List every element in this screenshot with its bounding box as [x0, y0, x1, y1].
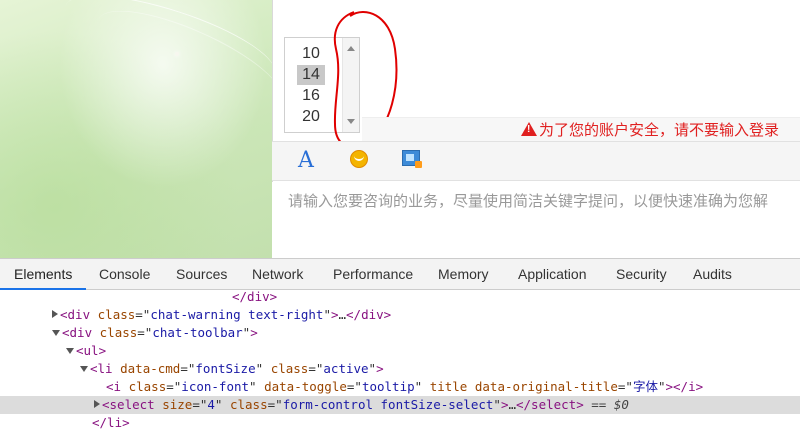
dom-attr-value: fontSize [195, 361, 256, 376]
chat-warning-text: 为了您的账户安全，请不要输入登录 [539, 122, 780, 139]
dom-attr-name: title [429, 379, 468, 394]
dom-node-line[interactable]: <li data-cmd="fontSize" class="active"> [0, 360, 800, 378]
font-icon[interactable]: A [298, 148, 314, 173]
dom-close-tag: </div> [232, 289, 278, 304]
dom-close-tag: </li> [92, 415, 130, 430]
tab-application[interactable]: Application [518, 259, 587, 290]
dom-tag-name: select [109, 397, 155, 412]
collapse-arrow-icon[interactable] [80, 366, 88, 372]
expand-arrow-icon[interactable] [94, 400, 100, 408]
devtools-panel: Elements Console Sources Network Perform… [0, 258, 800, 433]
dom-attr-name: class [99, 325, 138, 340]
chat-input-placeholder: 请输入您要咨询的业务，尽量使用简洁关键字提问，以便快速准确为您解 [288, 193, 769, 210]
dom-node-line[interactable]: <div class="chat-toolbar"> [0, 324, 800, 342]
dom-attr-value: form-control fontSize-select [282, 397, 494, 412]
dom-node-line-selected[interactable]: <select size="4" class="form-control fon… [0, 396, 800, 414]
dom-node-line[interactable]: </div> [0, 288, 800, 306]
dom-attr-name: data-toggle [264, 379, 347, 394]
tab-audits[interactable]: Audits [693, 259, 732, 290]
image-upload-icon[interactable] [402, 150, 422, 168]
dom-tag-name: li [97, 361, 113, 376]
dom-attr-value: 4 [207, 397, 215, 412]
dom-tag-name: i [113, 379, 122, 394]
background-image [0, 0, 294, 258]
devtools-tabbar: Elements Console Sources Network Perform… [0, 259, 800, 290]
dom-attr-name: size [162, 397, 193, 412]
tab-network[interactable]: Network [252, 259, 303, 290]
dom-tag-name: ul [83, 343, 99, 358]
dom-attr-name: class [97, 307, 136, 322]
dom-attr-value: chat-toolbar [152, 325, 243, 340]
tab-console[interactable]: Console [99, 259, 150, 290]
dom-ellipsis: … [508, 397, 516, 412]
dom-attr-name: data-original-title [474, 379, 618, 394]
console-ref-marker: == $0 [591, 397, 629, 412]
dom-node-line[interactable]: <div class="chat-warning text-right">…</… [0, 306, 800, 324]
dom-close-tag: </i> [673, 379, 704, 394]
warning-triangle-icon [521, 122, 537, 136]
tab-performance[interactable]: Performance [333, 259, 413, 290]
dom-attr-value: chat-warning text-right [150, 307, 324, 322]
tab-security[interactable]: Security [616, 259, 667, 290]
dom-attr-value: 字体 [632, 379, 658, 394]
expand-arrow-icon[interactable] [52, 310, 58, 318]
collapse-arrow-icon[interactable] [52, 330, 60, 336]
emoji-icon[interactable] [350, 150, 368, 168]
dom-ellipsis: … [338, 307, 347, 322]
dom-tag-name: div [69, 325, 93, 340]
page: 10 14 16 20 为了您的账户安全，请不要输入登录 A 请输入您要咨询的业… [0, 0, 800, 433]
dom-tree: </div> <div class="chat-warning text-rig… [0, 288, 800, 433]
dom-attr-value: tooltip [361, 379, 415, 394]
tab-memory[interactable]: Memory [438, 259, 489, 290]
chat-warning: 为了您的账户安全，请不要输入登录 [521, 119, 779, 140]
tab-elements[interactable]: Elements [0, 259, 87, 290]
dom-node-line[interactable]: </li> [0, 414, 800, 432]
dom-attr-name: class [270, 361, 309, 376]
collapse-arrow-icon[interactable] [66, 348, 74, 354]
dom-node-line[interactable]: <i class="icon-font" data-toggle="toolti… [0, 378, 800, 396]
tab-sources[interactable]: Sources [176, 259, 227, 290]
dom-close-tag: </select> [516, 397, 584, 412]
dom-close-tag: </div> [346, 307, 392, 322]
dom-attr-name: class [128, 379, 167, 394]
dom-tag-name: div [67, 307, 91, 322]
dom-attr-name: data-cmd [120, 361, 181, 376]
chat-input[interactable]: 请输入您要咨询的业务，尽量使用简洁关键字提问，以便快速准确为您解 [272, 182, 800, 258]
dom-node-line[interactable]: <ul> [0, 342, 800, 360]
dom-attr-value: icon-font [181, 379, 250, 394]
dandelion-seed [175, 52, 179, 56]
dom-attr-name: class [229, 397, 268, 412]
dom-attr-value: active [323, 361, 369, 376]
